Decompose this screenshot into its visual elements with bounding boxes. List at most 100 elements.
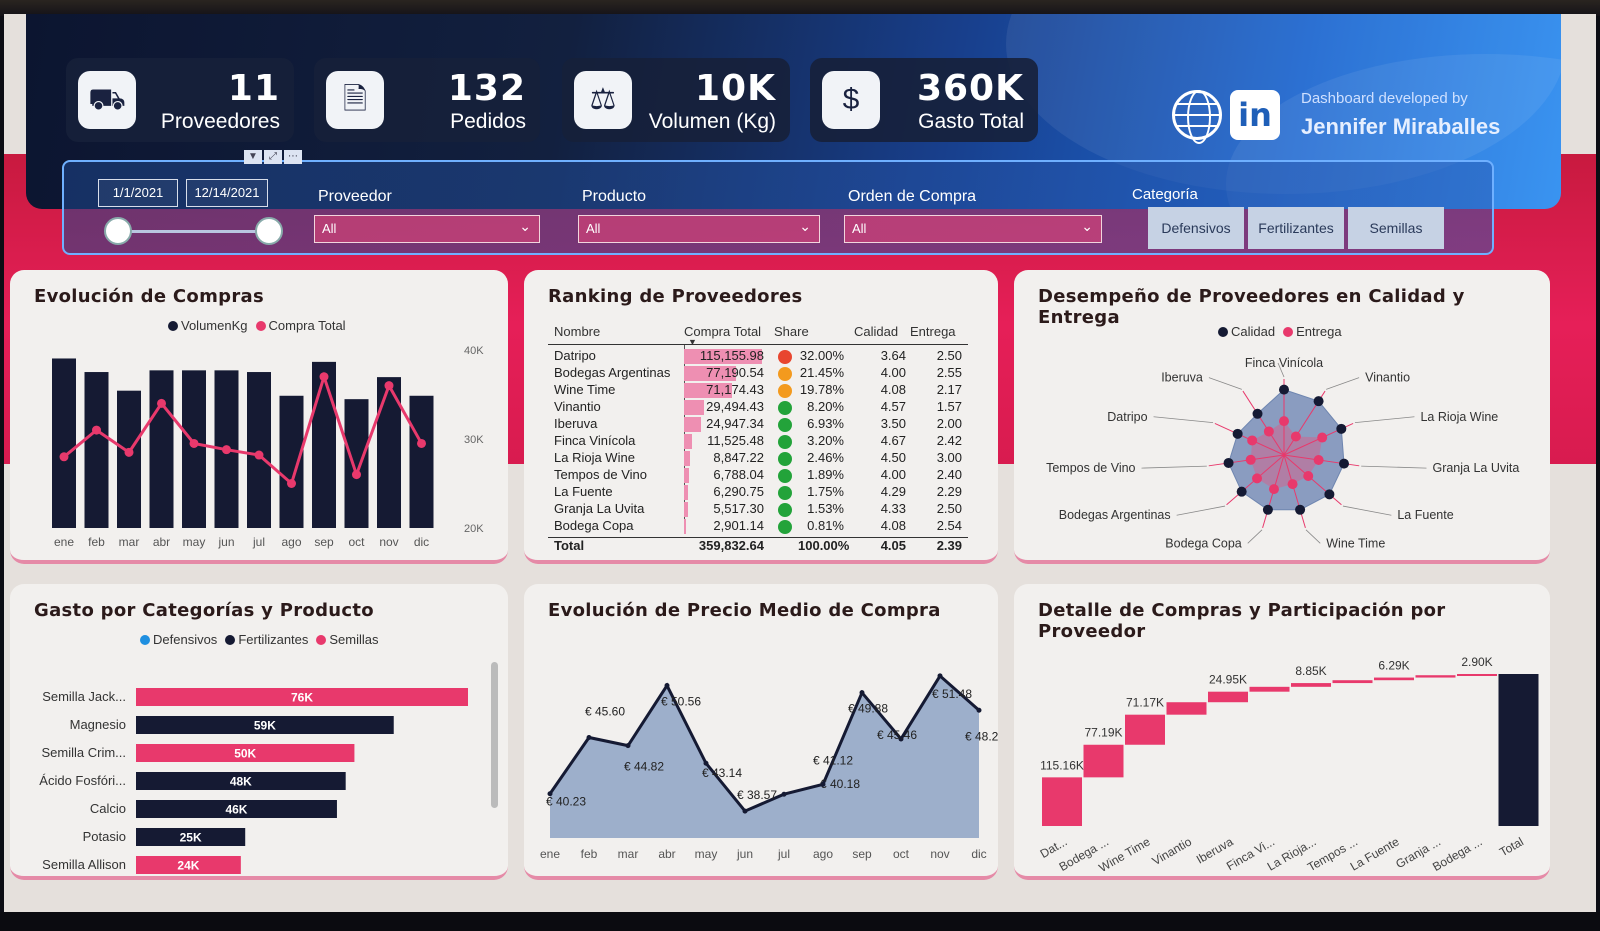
- x-tick-label: may: [695, 847, 718, 861]
- bar-volumen: [247, 372, 271, 528]
- date-slider-start-handle[interactable]: [104, 217, 132, 245]
- waterfall-bar: [1332, 680, 1373, 684]
- status-indicator-icon: [778, 401, 792, 415]
- radar-axis-label: Iberuva: [1161, 371, 1203, 385]
- producto-label: Producto: [582, 188, 647, 205]
- cell-share: 1.53%: [807, 501, 844, 516]
- linkedin-icon[interactable]: in: [1230, 90, 1280, 140]
- table-row[interactable]: Bodega Copa 2,901.14 0.81% 4.08 2.54: [548, 518, 968, 535]
- radar-point-calidad: [1313, 396, 1324, 407]
- waterfall-value-label: 24.95K: [1209, 673, 1247, 687]
- cell-compra: 8,847.22: [713, 450, 764, 465]
- developed-by-text: Dashboard developed by: [1301, 90, 1468, 107]
- kpi-value: 11: [227, 68, 280, 109]
- kpi-value: 10K: [695, 68, 776, 109]
- point-compra-total: [92, 425, 101, 435]
- x-tick-label: dic: [414, 535, 429, 549]
- cell-share: 2.46%: [807, 450, 844, 465]
- table-row[interactable]: Iberuva 24,947.34 6.93% 3.50 2.00: [548, 416, 968, 433]
- date-slider-end-handle[interactable]: [255, 217, 283, 245]
- col-header-share[interactable]: Share: [774, 324, 809, 339]
- orden-label: Orden de Compra: [848, 188, 977, 205]
- orden-dropdown[interactable]: All ⌄: [844, 215, 1102, 243]
- vertical-scrollbar[interactable]: [491, 662, 498, 808]
- radar-point-calidad: [1223, 457, 1234, 468]
- bar-category-label: Semilla Allison: [42, 857, 126, 872]
- cell-compra: 11,525.48: [707, 433, 764, 448]
- cell-compra: 6,788.04: [713, 467, 764, 482]
- cell-share: 32.00%: [799, 348, 844, 363]
- cell-compra: 71,174.43: [706, 382, 764, 397]
- desempeno-card: Desempeño de Proveedores en Calidad y En…: [1014, 270, 1550, 564]
- price-point: [742, 808, 748, 814]
- table-row[interactable]: Datripo 115,155.98 32.00% 3.64 2.50: [548, 348, 968, 365]
- cell-compra: 5,517.30: [713, 501, 764, 516]
- radar-axis-label: Bodegas Argentinas: [1059, 508, 1171, 522]
- radar-point-entrega: [1279, 416, 1289, 427]
- status-indicator-icon: [778, 384, 792, 398]
- col-header-nombre[interactable]: Nombre: [554, 324, 600, 339]
- cell-compra: 29,494.43: [706, 399, 764, 414]
- cell-share: 21.45%: [799, 365, 844, 380]
- price-data-label: € 41.12: [813, 753, 853, 767]
- waterfall-bar: [1125, 714, 1165, 745]
- categoria-fertilizantes-button[interactable]: Fertilizantes: [1248, 207, 1344, 249]
- cell-entrega: 2.42: [936, 433, 962, 448]
- cell-total-entrega: 2.39: [936, 538, 962, 553]
- sort-desc-icon: ▼: [688, 337, 697, 347]
- categoria-semillas-button[interactable]: Semillas: [1348, 207, 1444, 249]
- precio-card: Evolución de Precio Medio de Compra € 40…: [524, 584, 998, 880]
- waterfall-bar: [1166, 702, 1207, 715]
- proveedor-dropdown[interactable]: All ⌄: [314, 215, 540, 243]
- x-tick-label: mar: [618, 847, 639, 861]
- table-total-row: Total 359,832.64 100.00% 4.05 2.39: [548, 537, 968, 554]
- dashboard-screen: ⛟ 11 Proveedores 🗎 132 Pedidos ⚖ 10K Vol…: [4, 14, 1596, 914]
- filter-icon[interactable]: ▼: [244, 150, 262, 164]
- cell-nombre: Bodegas Argentinas: [554, 365, 671, 380]
- focus-mode-icon[interactable]: ⤢: [264, 150, 282, 164]
- x-tick-label: ago: [813, 847, 833, 861]
- producto-dropdown[interactable]: All ⌄: [578, 215, 820, 243]
- x-tick-label: ene: [540, 847, 560, 861]
- waterfall-value-label: 115.16K: [1040, 758, 1084, 772]
- date-end-input[interactable]: 12/14/2021: [186, 179, 268, 207]
- table-row[interactable]: Bodegas Argentinas 77,190.54 21.45% 4.00 2.5…: [548, 365, 968, 382]
- col-header-entrega[interactable]: Entrega: [910, 324, 956, 339]
- status-indicator-icon: [778, 503, 792, 517]
- date-slider-track[interactable]: [121, 230, 271, 233]
- cell-calidad: 4.50: [880, 450, 906, 465]
- cell-entrega: 2.17: [936, 382, 962, 397]
- point-compra-total: [124, 447, 134, 457]
- waterfall-bar: [1457, 673, 1497, 676]
- bar-volumen: [149, 370, 174, 528]
- cell-nombre: La Fuente: [554, 484, 613, 499]
- globe-icon[interactable]: [1172, 90, 1222, 144]
- cell-entrega: 2.54: [936, 518, 962, 533]
- truck-icon: ⛟: [78, 71, 136, 129]
- price-point: [976, 707, 982, 713]
- price-data-label: € 51.48: [932, 687, 972, 701]
- more-options-icon[interactable]: ⋯: [284, 150, 302, 164]
- kpi-label: Volumen (Kg): [648, 110, 776, 133]
- date-start-input[interactable]: 1/1/2021: [98, 179, 178, 207]
- cell-entrega: 2.55: [936, 365, 962, 380]
- radar-axis-label: La Fuente: [1397, 508, 1453, 522]
- table-row[interactable]: Tempos de Vino 6,788.04 1.89% 4.00 2.40: [548, 467, 968, 484]
- table-row[interactable]: Granja La Uvita 5,517.30 1.53% 4.33 2.50: [548, 501, 968, 518]
- y-tick-label: 30K: [464, 434, 484, 446]
- radar-label-leader: [1208, 377, 1242, 390]
- table-row[interactable]: Finca Vinícola 11,525.48 3.20% 4.67 2.42: [548, 433, 968, 450]
- bar-value-label: 76K: [291, 691, 313, 705]
- table-row[interactable]: La Rioja Wine 8,847.22 2.46% 4.50 3.00: [548, 450, 968, 467]
- waterfall-bar: [1208, 691, 1248, 703]
- table-row[interactable]: La Fuente 6,290.75 1.75% 4.29 2.29: [548, 484, 968, 501]
- table-row[interactable]: Wine Time 71,174.43 19.78% 4.08 2.17: [548, 382, 968, 399]
- cell-nombre: Vinantio: [554, 399, 601, 414]
- evolucion-compras-card: Evolución de Compras VolumenKg Compra To…: [10, 270, 508, 564]
- table-row[interactable]: Vinantio 29,494.43 8.20% 4.57 1.57: [548, 399, 968, 416]
- col-header-calidad[interactable]: Calidad: [854, 324, 898, 339]
- categoria-defensivos-button[interactable]: Defensivos: [1148, 207, 1244, 249]
- radar-point-entrega: [1287, 479, 1298, 490]
- radar-point-entrega: [1247, 435, 1258, 446]
- price-area-fill: [550, 675, 979, 838]
